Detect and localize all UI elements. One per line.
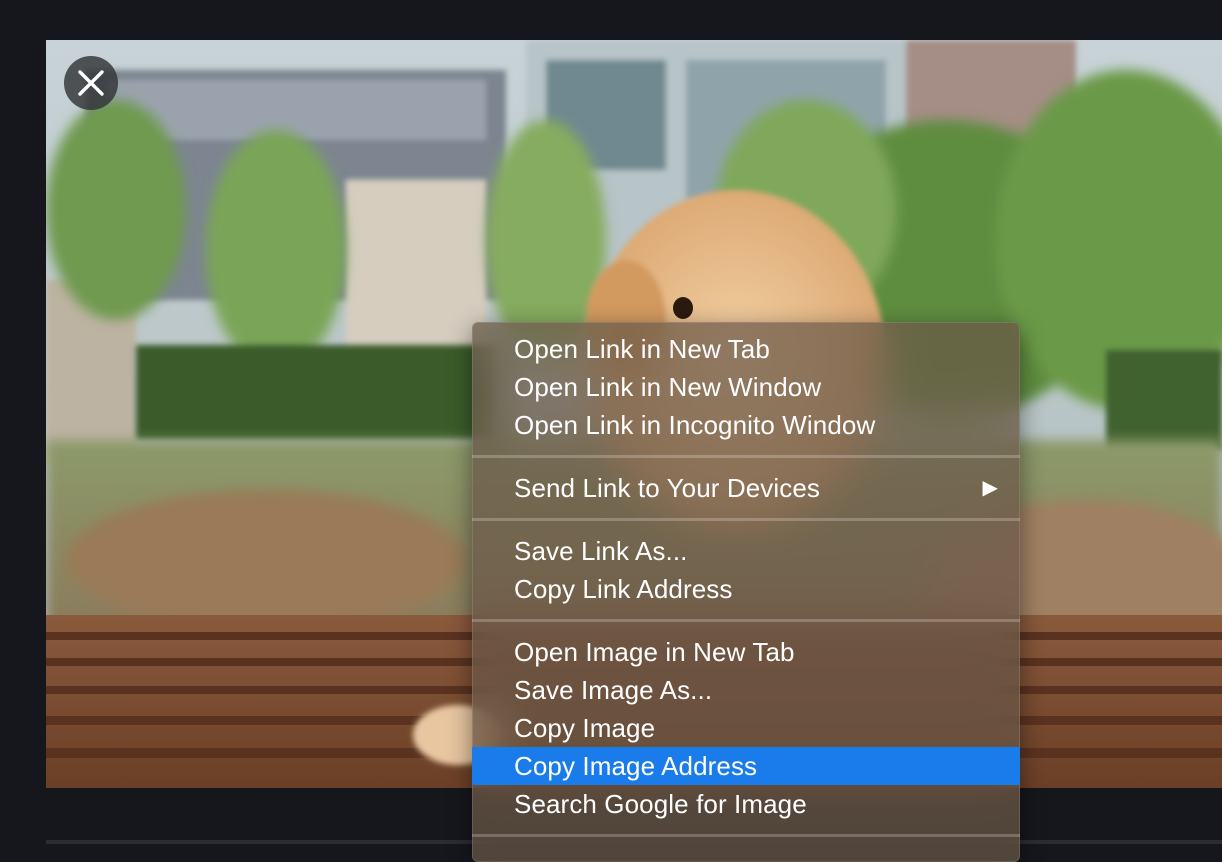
menu-item-search-google-for-image[interactable]: Search Google for Image xyxy=(472,785,1020,823)
menu-item-label: Copy Image Address xyxy=(514,751,758,781)
menu-item-label: Save Link As... xyxy=(514,536,688,566)
menu-item-send-link-to-devices[interactable]: Send Link to Your Devices ▶ xyxy=(472,469,1020,507)
menu-item-open-link-incognito[interactable]: Open Link in Incognito Window xyxy=(472,406,1020,444)
menu-item-label: Search Google for Image xyxy=(514,789,807,819)
menu-item-copy-image[interactable]: Copy Image xyxy=(472,709,1020,747)
menu-item-label: Open Image in New Tab xyxy=(514,637,795,667)
close-button[interactable] xyxy=(64,56,118,110)
menu-item-label: Save Image As... xyxy=(514,675,713,705)
menu-item-copy-link-address[interactable]: Copy Link Address xyxy=(472,570,1020,608)
menu-item-open-link-new-window[interactable]: Open Link in New Window xyxy=(472,368,1020,406)
menu-item-label: Open Link in New Tab xyxy=(514,334,770,364)
menu-item-copy-image-address[interactable]: Copy Image Address xyxy=(472,747,1020,785)
menu-item-label: Send Link to Your Devices xyxy=(514,473,821,503)
menu-item-save-link-as[interactable]: Save Link As... xyxy=(472,532,1020,570)
menu-separator xyxy=(472,619,1020,622)
menu-item-open-link-new-tab[interactable]: Open Link in New Tab xyxy=(472,330,1020,368)
menu-item-label: Copy Image xyxy=(514,713,656,743)
menu-item-label: Open Link in Incognito Window xyxy=(514,410,876,440)
menu-item-label: Copy Link Address xyxy=(514,574,733,604)
context-menu: Open Link in New Tab Open Link in New Wi… xyxy=(472,322,1020,862)
menu-item-save-image-as[interactable]: Save Image As... xyxy=(472,671,1020,709)
close-icon xyxy=(78,70,104,96)
menu-separator xyxy=(472,834,1020,837)
menu-item-open-image-new-tab[interactable]: Open Image in New Tab xyxy=(472,633,1020,671)
submenu-arrow-icon: ▶ xyxy=(982,477,998,499)
menu-separator xyxy=(472,518,1020,521)
menu-item-label: Open Link in New Window xyxy=(514,372,822,402)
menu-separator xyxy=(472,455,1020,458)
